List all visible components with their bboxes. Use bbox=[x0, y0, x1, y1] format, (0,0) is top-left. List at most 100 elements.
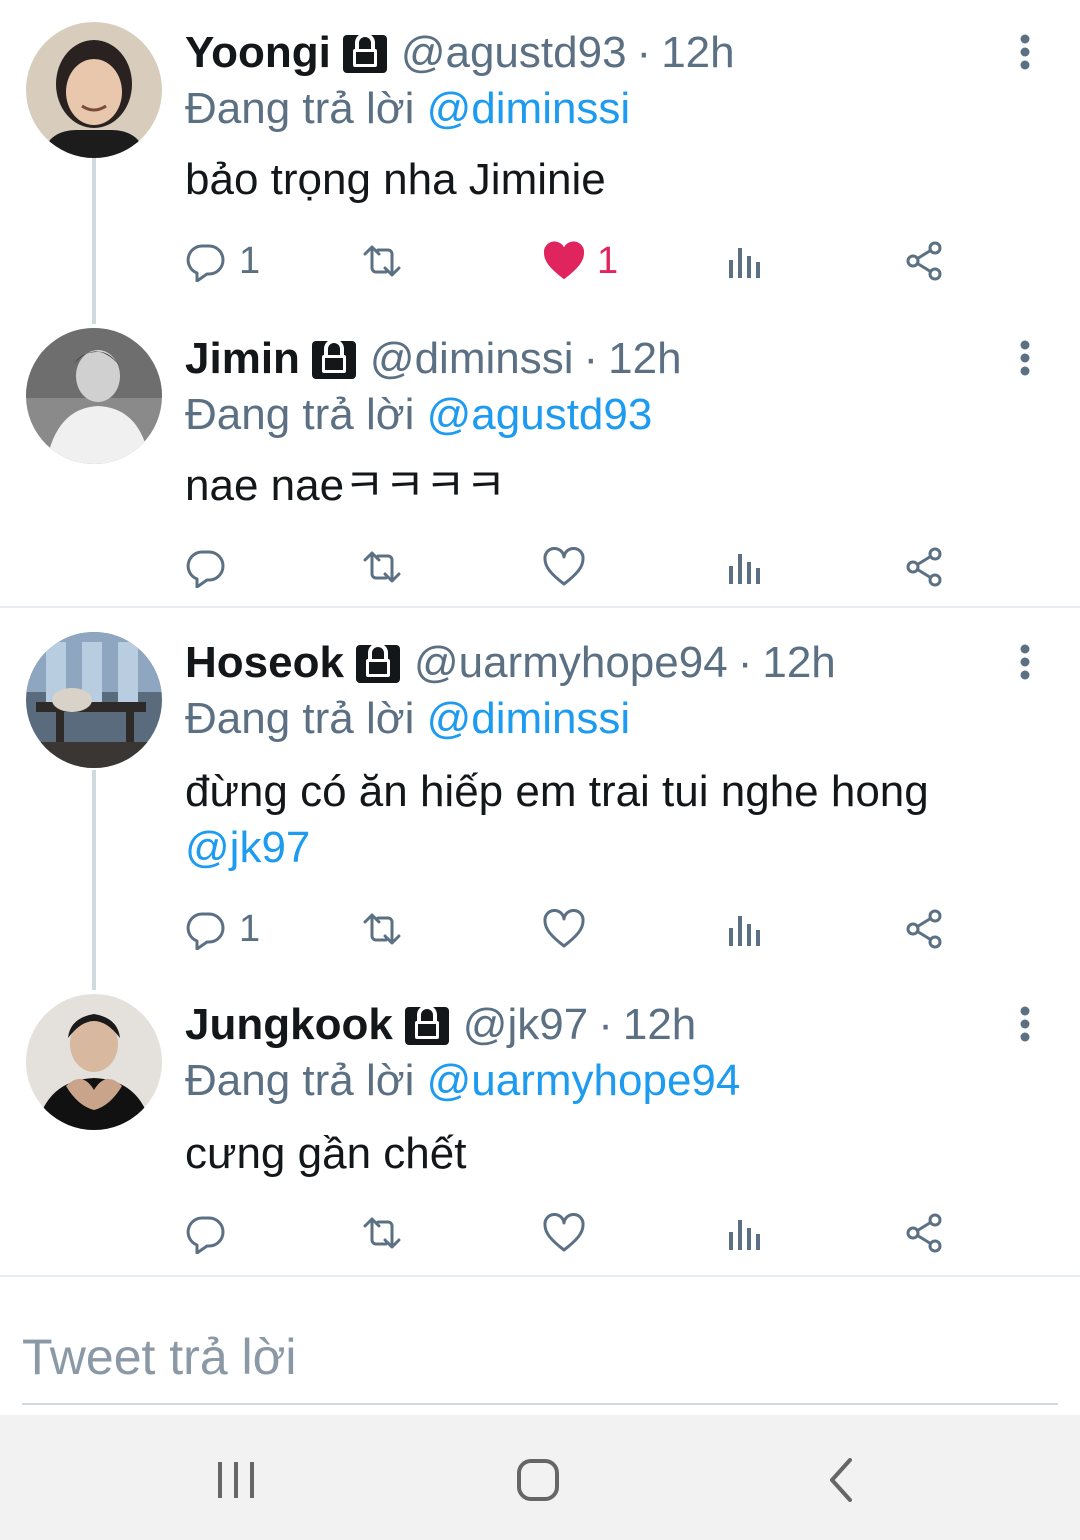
tweet[interactable]: Jimin @diminssi · 12h Đang trả lời @agus… bbox=[0, 328, 1080, 598]
retweet-icon bbox=[363, 551, 401, 583]
separator: · bbox=[737, 638, 753, 687]
share-button[interactable] bbox=[903, 1208, 945, 1258]
tweet-text-content: nae naeㅋㅋㅋㅋ bbox=[185, 461, 506, 510]
text-mention-link[interactable]: @jk97 bbox=[185, 823, 310, 872]
avatar[interactable] bbox=[26, 632, 162, 768]
lock-icon bbox=[310, 335, 358, 383]
separator: · bbox=[598, 1000, 613, 1049]
reply-icon bbox=[186, 912, 225, 950]
reply-mention-link[interactable]: @diminssi bbox=[427, 84, 631, 133]
retweet-icon bbox=[363, 913, 401, 945]
reply-prefix: Đang trả lời bbox=[185, 390, 415, 439]
share-button[interactable] bbox=[903, 542, 945, 592]
reply-count: 1 bbox=[239, 239, 261, 282]
heart-icon bbox=[543, 1213, 585, 1252]
share-icon bbox=[906, 909, 942, 949]
handle[interactable]: @jk97 bbox=[463, 1000, 588, 1050]
recent-apps-icon bbox=[218, 1462, 254, 1498]
reply-button[interactable]: 1 bbox=[185, 904, 260, 954]
like-count: 1 bbox=[597, 239, 619, 282]
like-button[interactable]: 1 bbox=[543, 236, 618, 286]
analytics-button[interactable] bbox=[723, 236, 765, 286]
share-button[interactable] bbox=[903, 236, 945, 286]
display-name[interactable]: Hoseok bbox=[185, 638, 344, 688]
analytics-icon bbox=[729, 554, 760, 584]
lock-icon bbox=[354, 639, 402, 687]
home-icon bbox=[517, 1459, 559, 1501]
avatar[interactable] bbox=[26, 994, 162, 1130]
timestamp[interactable]: 12h bbox=[608, 334, 681, 384]
timestamp[interactable]: 12h bbox=[623, 1000, 696, 1050]
share-icon bbox=[906, 547, 942, 587]
analytics-icon bbox=[729, 248, 760, 278]
reply-button[interactable] bbox=[185, 1208, 239, 1258]
analytics-button[interactable] bbox=[723, 542, 765, 592]
tweet-text: cưng gần chết bbox=[185, 1126, 1045, 1182]
reply-icon bbox=[186, 1216, 225, 1254]
retweet-button[interactable] bbox=[361, 1208, 403, 1258]
divider bbox=[0, 606, 1080, 608]
separator: · bbox=[583, 334, 599, 383]
handle[interactable]: @diminssi bbox=[370, 334, 574, 384]
more-vertical-icon[interactable] bbox=[1010, 994, 1040, 1054]
separator: · bbox=[636, 28, 652, 77]
analytics-icon bbox=[729, 916, 760, 946]
more-vertical-icon[interactable] bbox=[1010, 328, 1040, 388]
display-name[interactable]: Yoongi bbox=[185, 28, 331, 78]
action-bar bbox=[185, 542, 965, 592]
tweet-text-content: đừng có ăn hiếp em trai tui nghe hong bbox=[185, 767, 929, 816]
tweet-text: đừng có ăn hiếp em trai tui nghe hong @j… bbox=[185, 764, 1045, 876]
tweet[interactable]: Yoongi @agustd93 · 12h Đang trả lời @dim… bbox=[0, 22, 1080, 302]
tweet[interactable]: Jungkook @jk97 · 12h Đang trả lời @uarmy… bbox=[0, 994, 1080, 1264]
reply-button[interactable]: 1 bbox=[185, 236, 260, 286]
action-bar: 1 bbox=[185, 904, 965, 954]
heart-icon bbox=[543, 909, 585, 948]
timestamp[interactable]: 12h bbox=[661, 28, 734, 78]
reply-count: 1 bbox=[239, 907, 261, 950]
display-name[interactable]: Jimin bbox=[185, 334, 300, 384]
avatar[interactable] bbox=[26, 328, 162, 464]
retweet-icon bbox=[363, 1217, 401, 1249]
analytics-icon bbox=[729, 1220, 760, 1250]
action-bar: 1 1 bbox=[185, 236, 965, 286]
divider bbox=[0, 1275, 1080, 1277]
reply-input[interactable] bbox=[22, 1310, 1058, 1405]
reply-context: Đang trả lời @diminssi bbox=[185, 694, 630, 744]
heart-icon bbox=[543, 547, 585, 586]
like-button[interactable] bbox=[543, 1208, 597, 1258]
timestamp[interactable]: 12h bbox=[762, 638, 835, 688]
action-bar bbox=[185, 1208, 965, 1258]
share-button[interactable] bbox=[903, 904, 945, 954]
retweet-icon bbox=[363, 245, 401, 277]
reply-mention-link[interactable]: @agustd93 bbox=[427, 390, 653, 439]
back-button[interactable] bbox=[812, 1450, 872, 1510]
more-vertical-icon[interactable] bbox=[1010, 22, 1040, 82]
display-name[interactable]: Jungkook bbox=[185, 1000, 393, 1050]
reply-context: Đang trả lời @uarmyhope94 bbox=[185, 1056, 740, 1106]
reply-prefix: Đang trả lời bbox=[185, 694, 415, 743]
handle[interactable]: @uarmyhope94 bbox=[414, 638, 728, 688]
like-button[interactable] bbox=[543, 542, 597, 592]
share-icon bbox=[906, 1213, 942, 1253]
retweet-button[interactable] bbox=[361, 904, 403, 954]
reply-mention-link[interactable]: @uarmyhope94 bbox=[427, 1056, 741, 1105]
tweet-text: bảo trọng nha Jiminie bbox=[185, 152, 1045, 208]
retweet-button[interactable] bbox=[361, 236, 403, 286]
analytics-button[interactable] bbox=[723, 904, 765, 954]
tweet[interactable]: Hoseok @uarmyhope94 · 12h Đang trả lời @… bbox=[0, 632, 1080, 962]
home-button[interactable] bbox=[508, 1450, 568, 1510]
recent-apps-button[interactable] bbox=[206, 1450, 266, 1510]
retweet-button[interactable] bbox=[361, 542, 403, 592]
like-button[interactable] bbox=[543, 904, 597, 954]
tweet-text: nae naeㅋㅋㅋㅋ bbox=[185, 458, 1045, 514]
lock-icon bbox=[403, 1001, 451, 1049]
reply-mention-link[interactable]: @diminssi bbox=[427, 694, 631, 743]
system-navigation-bar bbox=[0, 1415, 1080, 1540]
tweet-text-content: cưng gần chết bbox=[185, 1129, 467, 1178]
more-vertical-icon[interactable] bbox=[1010, 632, 1040, 692]
analytics-button[interactable] bbox=[723, 1208, 765, 1258]
reply-icon bbox=[186, 244, 225, 282]
reply-button[interactable] bbox=[185, 542, 239, 592]
handle[interactable]: @agustd93 bbox=[401, 28, 627, 78]
avatar[interactable] bbox=[26, 22, 162, 158]
